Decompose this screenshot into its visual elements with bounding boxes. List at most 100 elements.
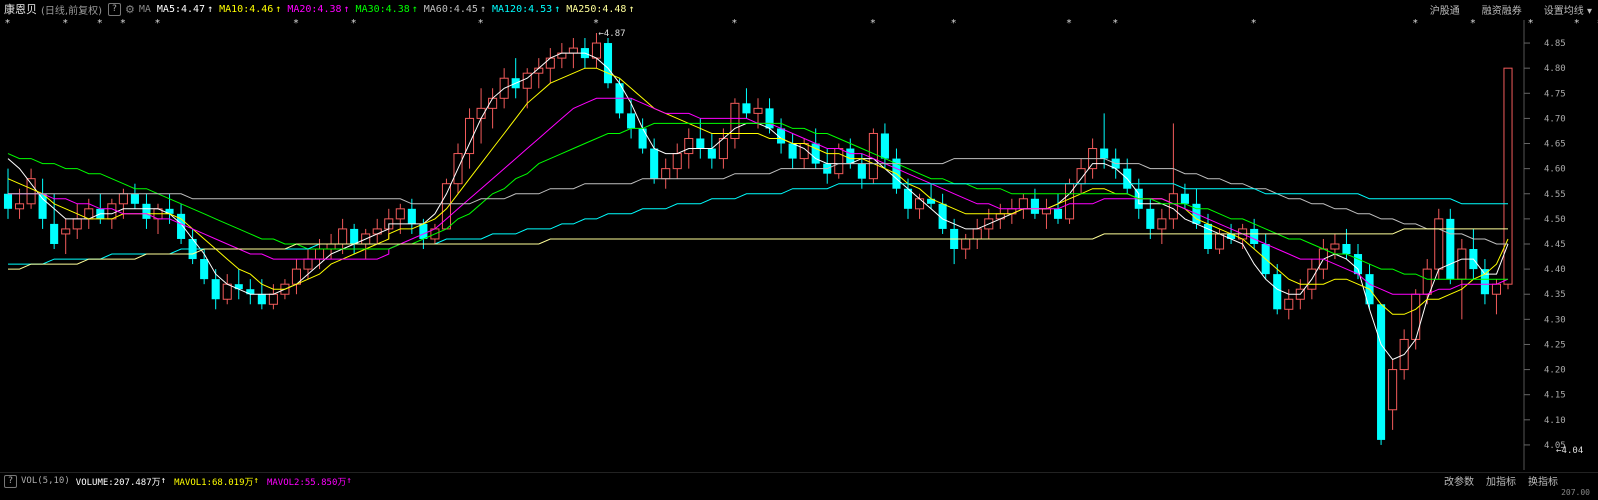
volume-value: VOLUME:207.487万: [75, 477, 161, 488]
candle-down: [1480, 269, 1489, 295]
event-star-icon: *: [732, 18, 737, 29]
price-tick-label: 4.30: [1544, 315, 1566, 325]
event-star-icon: *: [1528, 18, 1533, 29]
volume-header: ? VOL(5,10) VOLUME:207.487万 ↑ MAVOL1:68.…: [0, 472, 1598, 489]
candle-down: [696, 138, 705, 149]
event-star-icon: *: [478, 18, 483, 29]
candle-up: [107, 203, 117, 220]
candle-up: [326, 243, 336, 250]
candle-down: [811, 143, 820, 164]
candle-down: [1273, 274, 1282, 310]
candle-down: [1053, 208, 1063, 219]
candle-down: [1377, 304, 1386, 440]
ma-line-ma30: [7, 122, 1508, 280]
candle-down: [880, 133, 889, 159]
ma-line-ma250: [8, 228, 1508, 270]
event-star-icon: *: [293, 18, 298, 29]
event-star-icon: *: [951, 18, 956, 29]
event-star-icon: *: [1113, 18, 1118, 29]
candle-down: [1342, 243, 1351, 255]
price-tick-label: 4.80: [1544, 64, 1566, 74]
candle-up: [61, 228, 71, 235]
candle-up: [834, 148, 844, 175]
candle-up: [1284, 298, 1294, 310]
candle-down: [50, 223, 59, 244]
event-star-icon: *: [1413, 18, 1418, 29]
candle-down: [627, 113, 636, 129]
price-tick-label: 4.50: [1544, 215, 1566, 225]
candle-down: [788, 143, 797, 159]
up-arrow-icon: ↑: [346, 476, 352, 486]
link-add-indicator[interactable]: 加指标: [1486, 473, 1516, 488]
candle-up: [1076, 168, 1086, 185]
candle-down: [638, 128, 647, 149]
link-change-params[interactable]: 改参数: [1444, 473, 1474, 488]
candle-up: [1457, 248, 1467, 280]
price-tick-label: 4.40: [1544, 265, 1566, 275]
candle-up: [118, 193, 128, 205]
price-tick-label: 4.65: [1544, 140, 1566, 150]
price-tick-label: 4.10: [1544, 416, 1566, 426]
candle-down: [1146, 208, 1155, 229]
candle-up: [545, 57, 555, 69]
candle-up: [972, 228, 982, 240]
candle-down: [1180, 193, 1189, 204]
volume-axis-label: 207.00: [1561, 488, 1590, 497]
candle-down: [257, 294, 266, 305]
candle-down: [1100, 148, 1109, 159]
candle-down: [707, 148, 716, 159]
candle-down: [1446, 218, 1455, 280]
price-annotation: ←4.04: [1556, 446, 1583, 456]
price-tick-label: 4.55: [1544, 190, 1566, 200]
mavol2-value: MAVOL2:55.850万: [266, 477, 347, 488]
price-tick-label: 4.35: [1544, 290, 1566, 300]
candle-down: [200, 259, 209, 280]
candle-up: [1065, 183, 1075, 220]
candle-down: [846, 148, 855, 164]
candle-up: [868, 132, 878, 180]
candle-down: [130, 193, 139, 204]
candle-up: [1491, 283, 1502, 295]
ma-line-ma60: [8, 158, 1508, 245]
candle-up: [591, 42, 602, 59]
event-star-icon: *: [870, 18, 875, 29]
event-star-icon: *: [593, 18, 598, 29]
event-star-icon: *: [5, 18, 10, 29]
link-switch-indicator[interactable]: 换指标: [1528, 473, 1558, 488]
kline-chart[interactable]: 4.85 4.80 4.75 4.70 4.65 4.60 4.55 4.50 4.45 4.40…: [0, 0, 1598, 500]
volume-links: 改参数 加指标 换指标: [1432, 472, 1558, 488]
candle-down: [1250, 228, 1259, 244]
candle-up: [338, 228, 348, 245]
mavol1-value: MAVOL1:68.019万: [174, 477, 254, 488]
event-star-icon: *: [1574, 18, 1579, 29]
candle-up: [72, 218, 82, 230]
candle-up: [1330, 243, 1340, 250]
candle-down: [857, 163, 866, 179]
event-star-icon: *: [1251, 18, 1256, 29]
candle-up: [1157, 218, 1167, 230]
candle-up: [15, 203, 25, 210]
help-icon[interactable]: ?: [4, 474, 17, 488]
candle-up: [1388, 369, 1398, 411]
vol-label[interactable]: VOL(5,10): [21, 476, 70, 486]
price-tick-label: 4.70: [1544, 114, 1566, 124]
candle-down: [765, 108, 774, 129]
candle-down: [742, 103, 751, 114]
candle-down: [407, 208, 416, 224]
event-star-icon: *: [1067, 18, 1072, 29]
candle-up: [222, 283, 232, 300]
candle-up: [568, 47, 578, 54]
price-tick-label: 4.75: [1544, 89, 1566, 99]
candle-up: [395, 208, 405, 220]
price-tick-label: 4.20: [1544, 366, 1566, 376]
up-arrow-icon: ↑: [160, 476, 167, 486]
event-star-icon: *: [155, 18, 160, 29]
candle-down: [603, 43, 613, 84]
candle-up: [441, 183, 451, 230]
candle-up: [684, 137, 694, 155]
event-star-icon: *: [97, 18, 102, 29]
candle-down: [211, 279, 220, 300]
price-tick-label: 4.25: [1544, 340, 1566, 350]
candle-up: [303, 258, 313, 270]
candle-up: [1215, 233, 1225, 250]
